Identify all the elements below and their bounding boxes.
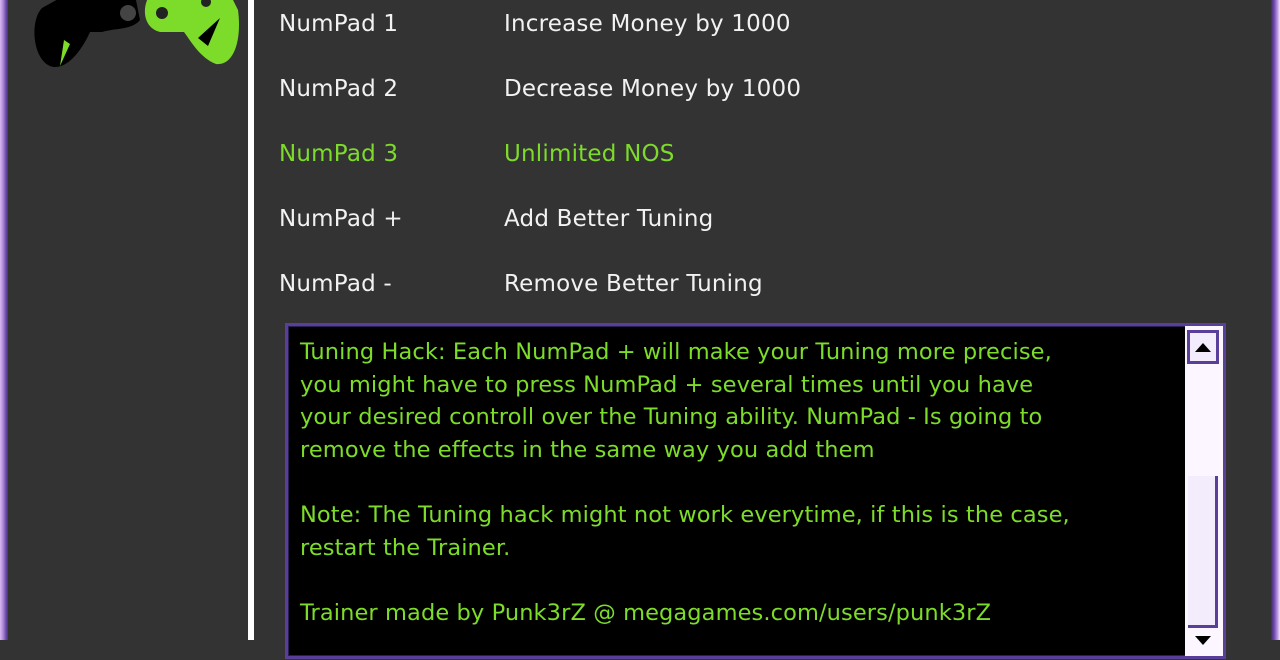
hotkey-key: NumPad 1 bbox=[279, 11, 399, 37]
hotkey-action: Decrease Money by 1000 bbox=[504, 76, 802, 102]
window-frame-left bbox=[0, 0, 8, 640]
hotkey-key: NumPad 3 bbox=[279, 141, 399, 167]
hotkey-action: Increase Money by 1000 bbox=[504, 11, 791, 37]
hotkey-key: NumPad + bbox=[279, 206, 403, 232]
hotkey-action: Unlimited NOS bbox=[504, 141, 675, 167]
arrow-down-icon bbox=[1195, 636, 1211, 645]
scroll-down-button[interactable] bbox=[1188, 630, 1218, 660]
info-textbox[interactable]: Tuning Hack: Each NumPad + will make you… bbox=[285, 323, 1226, 659]
hotkey-key: NumPad - bbox=[279, 271, 392, 297]
hotkey-action: Remove Better Tuning bbox=[504, 271, 763, 297]
info-text: Tuning Hack: Each NumPad + will make you… bbox=[300, 339, 1070, 626]
gamepad-icon bbox=[34, 0, 239, 67]
hotkey-action: Add Better Tuning bbox=[504, 206, 714, 232]
hotkey-key: NumPad 2 bbox=[279, 76, 399, 102]
arrow-up-icon bbox=[1195, 342, 1211, 352]
gamepad-right-half bbox=[144, 0, 239, 65]
trainer-main-panel: NumPad 1 Increase Money by 1000 NumPad 2… bbox=[254, 0, 1271, 659]
gamepad-left-half bbox=[34, 0, 140, 67]
scroll-up-button[interactable] bbox=[1187, 330, 1219, 364]
scroll-thumb[interactable] bbox=[1188, 476, 1218, 628]
sidebar bbox=[8, 0, 248, 640]
window-frame-right bbox=[1271, 0, 1280, 640]
vertical-scrollbar[interactable] bbox=[1185, 326, 1223, 656]
